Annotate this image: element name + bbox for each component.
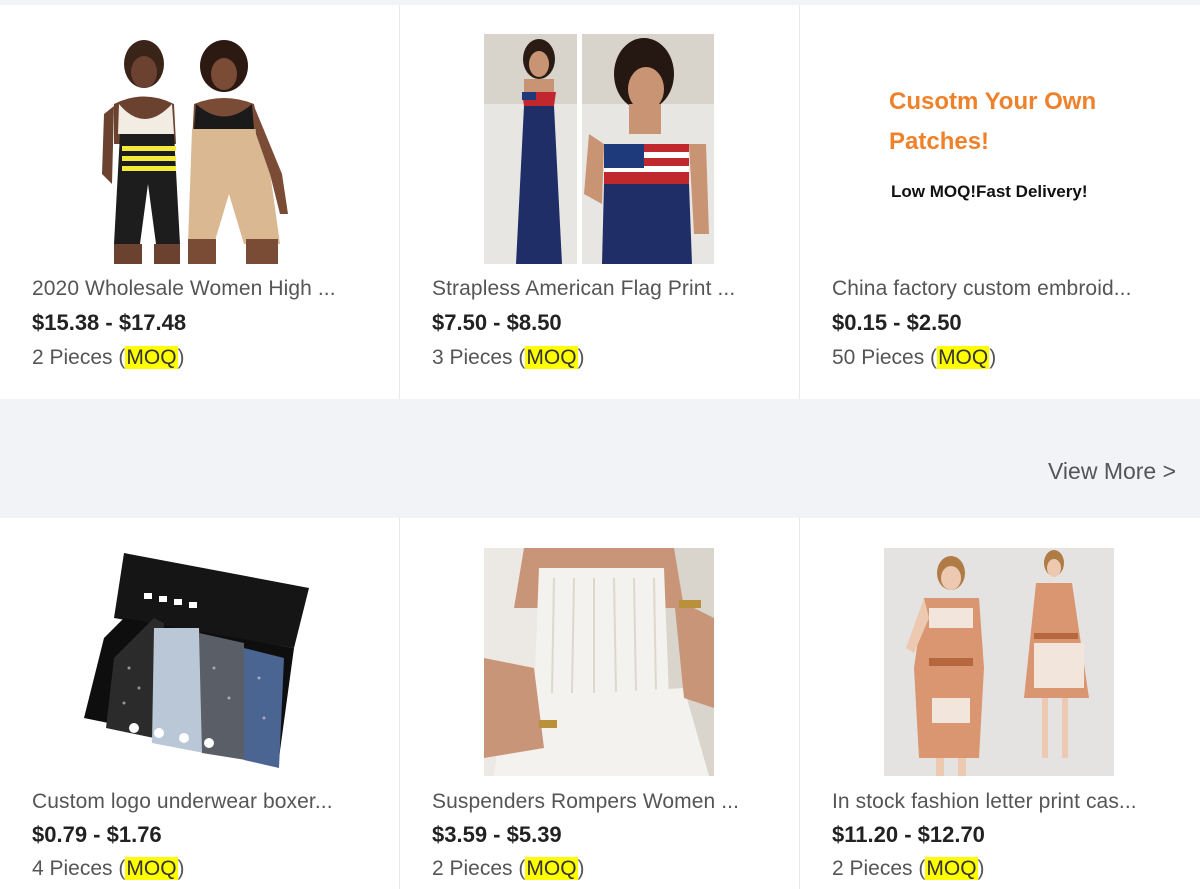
moq-quantity: 4 Pieces ( xyxy=(32,857,126,880)
product-title[interactable]: Custom logo underwear boxer... xyxy=(32,790,362,814)
product-card[interactable]: Suspenders Rompers Women ... $3.59 - $5.… xyxy=(400,518,800,889)
moq-label: MOQ xyxy=(125,857,178,880)
patch-promo-text: Cusotm Your Own Patches! xyxy=(889,88,1097,155)
product-card[interactable]: Cusotm Your Own Patches! Low MOQ!Fast Del… xyxy=(800,5,1200,399)
moq-close: ) xyxy=(977,857,985,880)
moq-close: ) xyxy=(577,346,585,369)
section-gap xyxy=(0,399,1200,518)
product-title[interactable]: In stock fashion letter print cas... xyxy=(832,790,1162,814)
product-moq: 4 Pieces (MOQ) xyxy=(32,857,185,881)
moq-close: ) xyxy=(577,857,585,880)
product-image-print-dress[interactable] xyxy=(884,548,1114,776)
moq-quantity: 2 Pieces ( xyxy=(32,346,126,369)
product-card[interactable]: Strapless American Flag Print ... $7.50 … xyxy=(400,5,800,399)
product-moq: 50 Pieces (MOQ) xyxy=(832,346,996,370)
product-row-top: 2020 Wholesale Women High ... $15.38 - $… xyxy=(0,5,1200,399)
product-moq: 2 Pieces (MOQ) xyxy=(432,857,585,881)
product-image-flag-dress[interactable] xyxy=(484,34,714,264)
moq-quantity: 2 Pieces ( xyxy=(432,857,526,880)
product-price: $15.38 - $17.48 xyxy=(32,310,187,335)
moq-label: MOQ xyxy=(525,346,578,369)
product-title[interactable]: 2020 Wholesale Women High ... xyxy=(32,277,362,301)
product-card[interactable]: In stock fashion letter print cas... $11… xyxy=(800,518,1200,889)
patch-promo-subtext: Low MOQ!Fast Delivery! xyxy=(891,182,1088,201)
product-price: $0.79 - $1.76 xyxy=(32,822,162,847)
product-row-bottom: Custom logo underwear boxer... $0.79 - $… xyxy=(0,518,1200,889)
product-moq: 2 Pieces (MOQ) xyxy=(32,346,185,370)
product-title[interactable]: China factory custom embroid... xyxy=(832,277,1162,301)
product-moq: 3 Pieces (MOQ) xyxy=(432,346,585,370)
product-image-patches[interactable]: Cusotm Your Own Patches! Low MOQ!Fast Del… xyxy=(884,34,1114,264)
product-moq: 2 Pieces (MOQ) xyxy=(832,857,985,881)
moq-label: MOQ xyxy=(525,857,578,880)
moq-quantity: 2 Pieces ( xyxy=(832,857,926,880)
product-title[interactable]: Suspenders Rompers Women ... xyxy=(432,790,762,814)
moq-label: MOQ xyxy=(125,346,178,369)
product-image-romper[interactable] xyxy=(484,548,714,776)
moq-quantity: 3 Pieces ( xyxy=(432,346,526,369)
moq-quantity: 50 Pieces ( xyxy=(832,346,938,369)
product-price: $7.50 - $8.50 xyxy=(432,310,562,335)
product-image-shapewear[interactable] xyxy=(84,34,314,264)
product-price: $3.59 - $5.39 xyxy=(432,822,562,847)
moq-close: ) xyxy=(177,857,185,880)
product-image-underwear-box[interactable] xyxy=(84,548,314,776)
moq-label: MOQ xyxy=(925,857,978,880)
view-more-link[interactable]: View More > xyxy=(1048,458,1176,485)
product-card[interactable]: Custom logo underwear boxer... $0.79 - $… xyxy=(0,518,400,889)
product-title[interactable]: Strapless American Flag Print ... xyxy=(432,277,762,301)
moq-close: ) xyxy=(177,346,185,369)
product-price: $11.20 - $12.70 xyxy=(832,822,985,847)
product-card[interactable]: 2020 Wholesale Women High ... $15.38 - $… xyxy=(0,5,400,399)
moq-close: ) xyxy=(989,346,997,369)
moq-label: MOQ xyxy=(937,346,990,369)
product-price: $0.15 - $2.50 xyxy=(832,310,962,335)
